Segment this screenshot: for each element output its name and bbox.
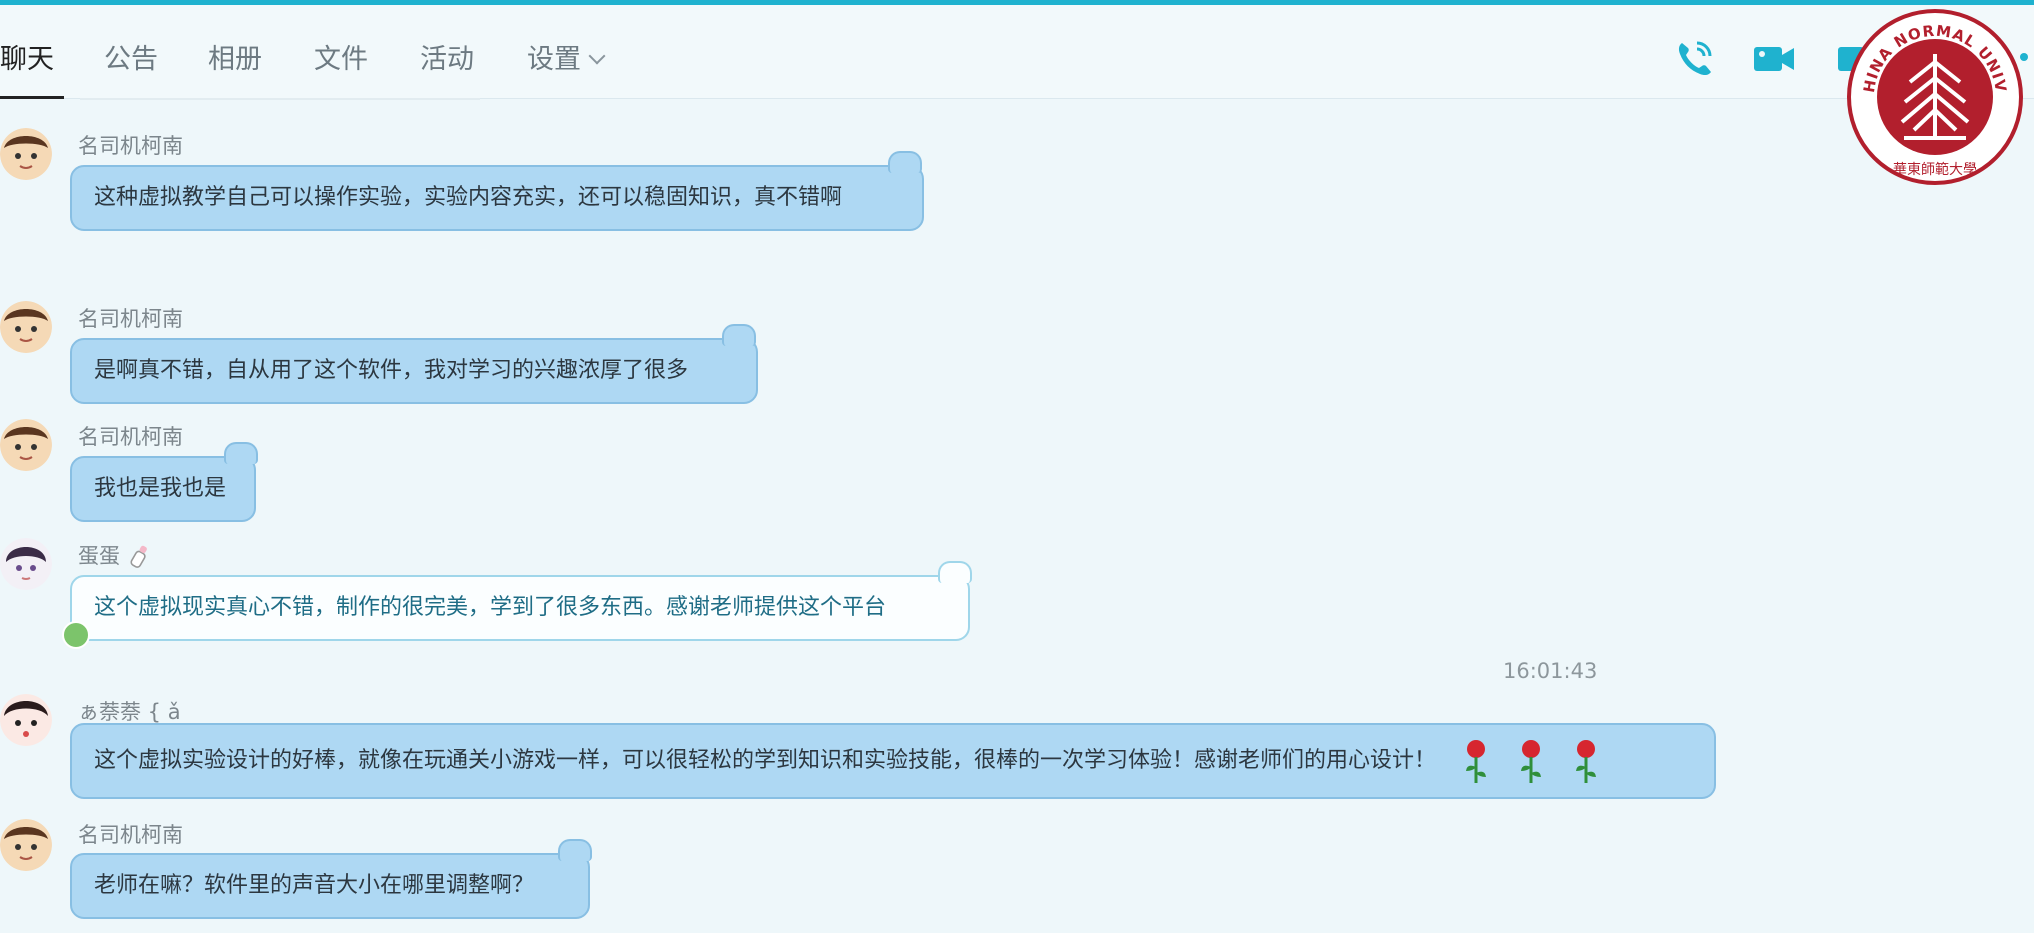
leaf-icon — [62, 621, 90, 649]
sender-nickname: 名司机柯南 — [78, 425, 183, 449]
message-bubble[interactable]: 老师在嘛？软件里的声音大小在哪里调整啊？ — [70, 839, 592, 919]
tab-activities[interactable]: 活动 — [420, 43, 474, 77]
sender-nickname: 名司机柯南 — [78, 307, 183, 331]
university-logo: EAST CHINA NORMAL UNIVERSITY 華東師範大學 — [1837, 0, 2026, 188]
message-text: 是啊真不错，自从用了这个软件，我对学习的兴趣浓厚了很多 — [94, 358, 689, 383]
message-text: 这个虚拟现实真心不错，制作的很完美，学到了很多东西。感谢老师提供这个平台 — [94, 595, 887, 620]
sender-nickname: 名司机柯南 — [78, 134, 183, 158]
message-text: 这个虚拟实验设计的好棒，就像在玩通关小游戏一样，可以很轻松的学到知识和实验技能，… — [94, 748, 1437, 773]
message-bubble[interactable]: 我也是我也是 — [70, 442, 258, 522]
bubble-decoration — [224, 442, 258, 464]
video-call-icon — [1754, 47, 1794, 71]
message-text: 我也是我也是 — [94, 476, 227, 501]
avatar[interactable] — [0, 538, 52, 590]
video-call-button[interactable] — [1750, 35, 1798, 83]
tab-settings-label: 设置 — [527, 44, 581, 75]
message-text: 老师在嘛？软件里的声音大小在哪里调整啊？ — [94, 873, 535, 898]
phone-icon — [1678, 41, 1712, 76]
message-bubble[interactable]: 这个虚拟现实真心不错，制作的很完美，学到了很多东西。感谢老师提供这个平台 — [62, 561, 972, 649]
rose-emoji-icon — [1576, 740, 1597, 783]
baby-bottle-icon — [130, 545, 147, 568]
message-bubble[interactable]: 是啊真不错，自从用了这个软件，我对学习的兴趣浓厚了很多 — [70, 324, 758, 404]
bubble-decoration — [558, 839, 592, 861]
avatar[interactable] — [0, 128, 52, 180]
tab-settings[interactable]: 设置 — [527, 43, 606, 77]
avatar[interactable] — [0, 694, 52, 746]
history-divider — [80, 98, 480, 100]
rose-emoji-icon — [1521, 740, 1542, 783]
tab-files[interactable]: 文件 — [314, 43, 368, 77]
tab-bar: 聊天 公告 相册 文件 活动 设置 — [0, 5, 2034, 99]
bubble-decoration — [888, 151, 922, 173]
message-bubble[interactable]: 这个虚拟实验设计的好棒，就像在玩通关小游戏一样，可以很轻松的学到知识和实验技能，… — [70, 723, 1716, 799]
svg-text:華東師範大學: 華東師範大學 — [1893, 161, 1977, 178]
sender-nickname-text: 蛋蛋 — [78, 544, 120, 568]
tab-album[interactable]: 相册 — [208, 43, 262, 77]
chevron-down-icon — [588, 47, 606, 65]
rose-emoji-icon — [1466, 740, 1487, 783]
sender-nickname: ぁ萘萘 { ǎ — [78, 700, 181, 724]
message-text: 这种虚拟教学自己可以操作实验，实验内容充实，还可以稳固知识，真不错啊 — [94, 185, 843, 210]
avatar[interactable] — [0, 819, 52, 871]
bubble-decoration — [938, 561, 972, 583]
message-timestamp: 16:01:43 — [1503, 659, 1598, 683]
avatar[interactable] — [0, 301, 52, 353]
sender-nickname: 蛋蛋 — [78, 540, 153, 570]
message-bubble[interactable]: 这种虚拟教学自己可以操作实验，实验内容充实，还可以稳固知识，真不错啊 — [70, 151, 924, 231]
sender-nickname: 名司机柯南 — [78, 823, 183, 847]
phone-call-button[interactable] — [1670, 35, 1718, 83]
bubble-decoration — [722, 324, 756, 346]
active-tab-underline — [0, 96, 64, 99]
tab-announcements[interactable]: 公告 — [104, 43, 158, 77]
tab-chat[interactable]: 聊天 — [0, 43, 54, 77]
avatar[interactable] — [0, 419, 52, 471]
